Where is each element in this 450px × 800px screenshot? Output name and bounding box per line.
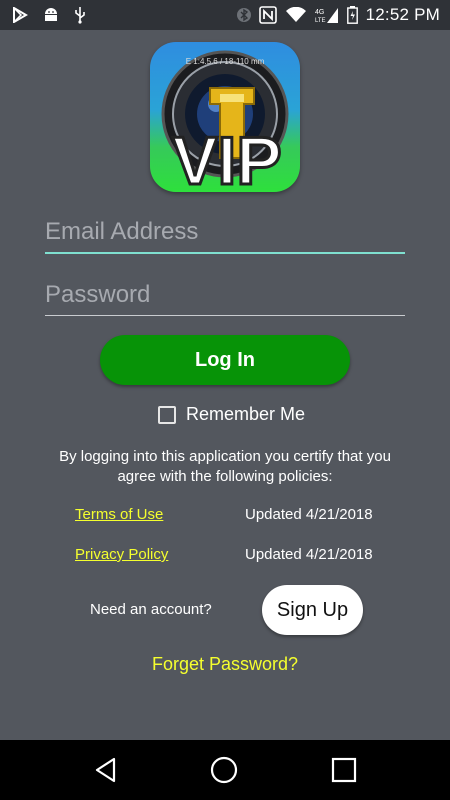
- remember-me-checkbox[interactable]: [158, 405, 176, 424]
- android-icon: [42, 7, 60, 23]
- remember-me[interactable]: Remember Me: [158, 404, 305, 425]
- status-right-group: 4G LTE 12:52 PM: [236, 5, 450, 25]
- svg-text:LTE: LTE: [315, 18, 326, 24]
- play-store-icon: [12, 7, 28, 23]
- terms-of-use-link[interactable]: Terms of Use: [75, 506, 163, 523]
- bluetooth-icon: [236, 6, 251, 24]
- forget-password-link[interactable]: Forget Password?: [0, 654, 450, 675]
- usb-icon: [74, 6, 86, 24]
- policy-intro: By logging into this application you cer…: [59, 448, 391, 485]
- logo-lens-text: E 1:4.5.6 / 18-110 mm: [186, 57, 265, 66]
- camera-lens-logo-icon: E 1:4.5.6 / 18-110 mm VIP: [161, 50, 289, 192]
- terms-updated-date: Updated 4/21/2018: [245, 506, 373, 523]
- logo-text: VIP: [172, 123, 282, 192]
- status-bar: 4G LTE 12:52 PM: [0, 0, 450, 30]
- back-icon[interactable]: [91, 755, 121, 785]
- need-account-label: Need an account?: [90, 601, 212, 618]
- navigation-bar: [0, 740, 450, 800]
- sign-up-button[interactable]: Sign Up: [262, 585, 363, 635]
- recents-icon[interactable]: [329, 755, 359, 785]
- privacy-updated-date: Updated 4/21/2018: [245, 546, 373, 563]
- remember-me-label: Remember Me: [186, 404, 306, 424]
- svg-text:4G: 4G: [315, 9, 324, 16]
- status-time: 12:52 PM: [365, 5, 440, 24]
- status-left-group: [0, 6, 86, 24]
- privacy-policy-link[interactable]: Privacy Policy: [75, 546, 168, 563]
- password-field[interactable]: [45, 275, 405, 316]
- wifi-icon: [285, 7, 307, 23]
- app-logo: E 1:4.5.6 / 18-110 mm VIP: [150, 42, 300, 192]
- login-button[interactable]: Log In: [100, 335, 350, 385]
- nfc-icon: [258, 6, 277, 24]
- home-icon[interactable]: [209, 755, 239, 785]
- email-field[interactable]: [45, 212, 405, 254]
- lte-signal-icon: 4G LTE: [315, 6, 339, 24]
- battery-icon: [346, 6, 358, 24]
